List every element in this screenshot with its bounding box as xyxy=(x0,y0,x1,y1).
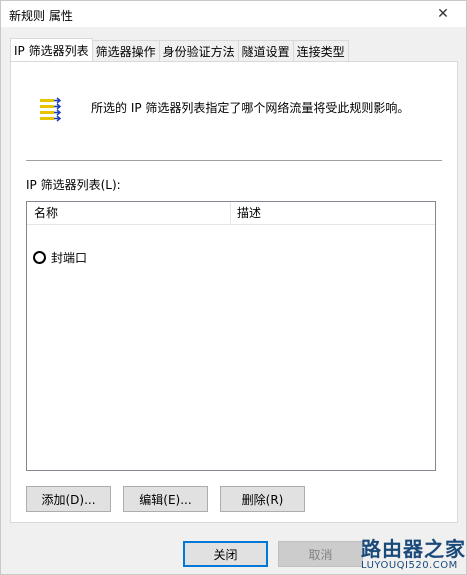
tab-tunnel-settings[interactable]: 隧道设置 xyxy=(237,40,294,61)
filter-listbox[interactable]: 名称 描述 封端口 xyxy=(26,201,436,471)
tab-ip-filter-list[interactable]: IP 筛选器列表 xyxy=(10,38,93,61)
tab-filter-action[interactable]: 筛选器操作 xyxy=(91,40,160,61)
tab-strip: IP 筛选器列表 筛选器操作 身份验证方法 隧道设置 连接类型 xyxy=(10,38,349,62)
column-header-name[interactable]: 名称 xyxy=(27,202,231,224)
filter-list-label: IP 筛选器列表(L): xyxy=(26,178,121,192)
list-item-name: 封端口 xyxy=(51,250,88,265)
separator xyxy=(26,160,442,161)
cancel-button[interactable]: 取消 xyxy=(278,541,363,567)
close-button[interactable]: 关闭 xyxy=(183,541,268,567)
radio-button[interactable] xyxy=(33,250,46,264)
properties-dialog: 新规则 属性 ✕ IP 筛选器列表 筛选器操作 身份验证方法 隧道设置 连接类型… xyxy=(0,0,467,575)
column-header-description[interactable]: 描述 xyxy=(231,202,441,224)
tab-connection-type[interactable]: 连接类型 xyxy=(292,40,349,61)
watermark-logo: 路由器之家 LUYOUQI520.COM xyxy=(361,533,466,571)
description-text: 所选的 IP 筛选器列表指定了哪个网络流量将受此规则影响。 xyxy=(91,101,410,115)
tab-authentication-methods[interactable]: 身份验证方法 xyxy=(158,40,239,61)
filter-list-icon xyxy=(40,97,62,122)
list-item[interactable]: 封端口 xyxy=(33,248,87,266)
window-title: 新规则 属性 xyxy=(9,9,73,23)
title-bar: 新规则 属性 ✕ xyxy=(1,1,466,27)
delete-button[interactable]: 删除(R) xyxy=(220,486,305,512)
close-icon: ✕ xyxy=(437,6,449,22)
close-window-button[interactable]: ✕ xyxy=(420,1,466,27)
add-button[interactable]: 添加(D)... xyxy=(26,486,111,512)
edit-button[interactable]: 编辑(E)... xyxy=(123,486,208,512)
watermark-url: LUYOUQI520.COM xyxy=(361,560,458,571)
watermark-text: 路由器之家 xyxy=(361,537,466,561)
list-header: 名称 描述 xyxy=(27,202,435,225)
tab-panel: 所选的 IP 筛选器列表指定了哪个网络流量将受此规则影响。 IP 筛选器列表(L… xyxy=(10,61,458,523)
